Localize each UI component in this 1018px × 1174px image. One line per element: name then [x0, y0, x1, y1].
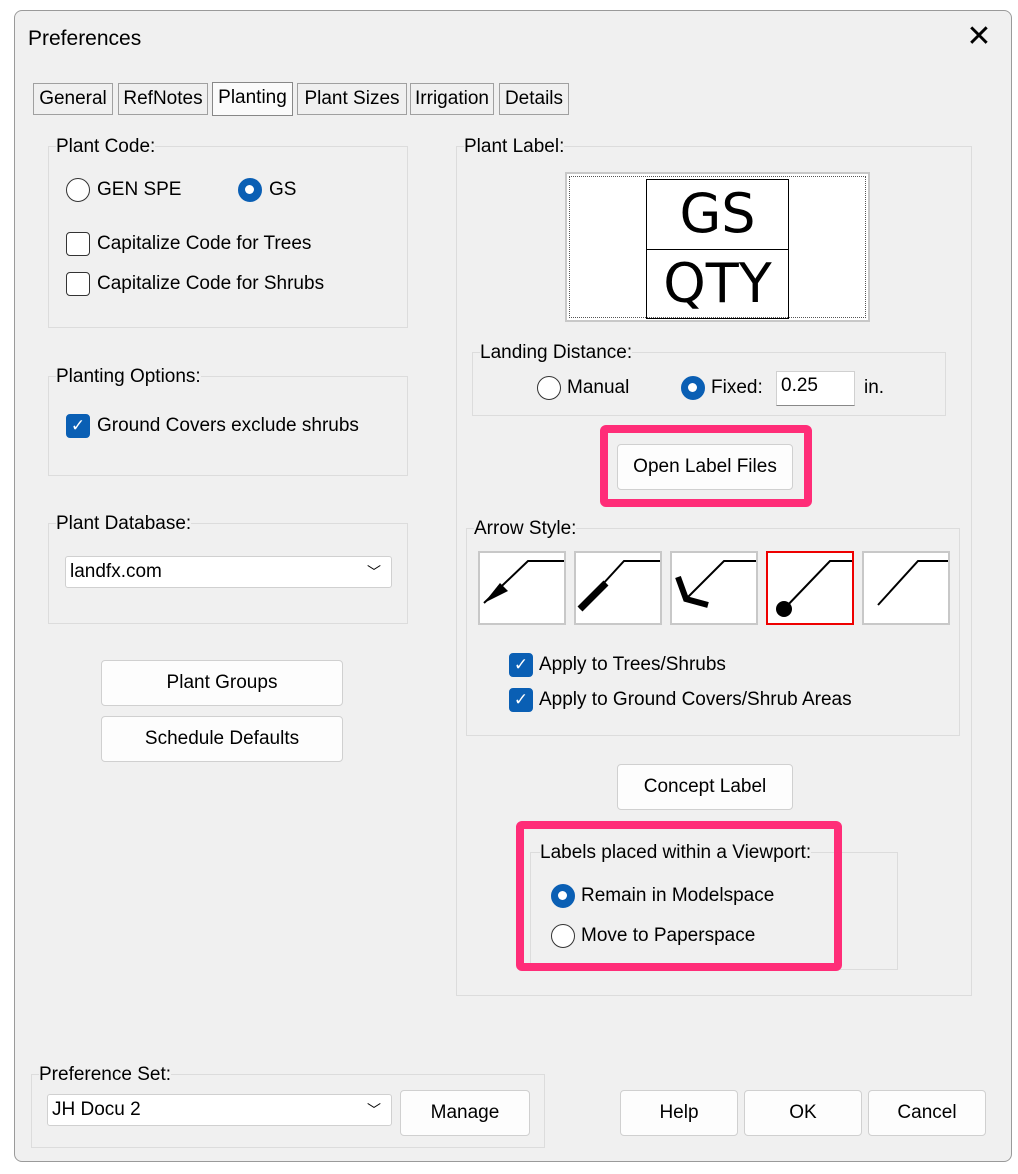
- tab-refnotes[interactable]: RefNotes: [118, 83, 208, 115]
- help-button[interactable]: Help: [620, 1090, 738, 1136]
- radio-gs-label: GS: [269, 179, 297, 201]
- tab-general[interactable]: General: [33, 83, 113, 115]
- tab-irrigation[interactable]: Irrigation: [410, 83, 494, 115]
- arrow-style-label: Arrow Style:: [474, 518, 577, 540]
- plant-code-label: Plant Code:: [56, 136, 156, 158]
- highlight-box: [600, 425, 812, 507]
- highlight-box: [516, 821, 842, 971]
- preference-set-select[interactable]: JH Docu 2 ﹀: [47, 1094, 392, 1126]
- preview-qty: QTY: [663, 252, 772, 315]
- arrow-style-bar-icon[interactable]: [574, 551, 662, 625]
- tab-planting[interactable]: Planting: [212, 82, 293, 116]
- radio-fixed[interactable]: [681, 376, 705, 400]
- ground-covers-label: Ground Covers exclude shrubs: [97, 415, 359, 437]
- radio-gen-spe-label: GEN SPE: [97, 179, 182, 201]
- arrow-style-dot-icon[interactable]: [766, 551, 854, 625]
- plant-label-preview: GS QTY: [565, 172, 870, 322]
- plant-database-label: Plant Database:: [56, 513, 192, 535]
- chevron-down-icon: ﹀: [367, 1102, 381, 1118]
- radio-gen-spe[interactable]: [66, 178, 90, 202]
- planting-options-label: Planting Options:: [56, 366, 201, 388]
- plant-database-select[interactable]: landfx.com ﹀: [65, 556, 392, 588]
- apply-groundcovers-checkbox[interactable]: ✓: [509, 688, 533, 712]
- tab-details[interactable]: Details: [499, 83, 569, 115]
- preference-set-label: Preference Set:: [39, 1064, 172, 1086]
- capitalize-shrubs-checkbox[interactable]: [66, 272, 90, 296]
- fixed-distance-input[interactable]: 0.25: [776, 371, 855, 406]
- radio-manual-label: Manual: [567, 377, 630, 399]
- plant-database-value: landfx.com: [70, 561, 162, 582]
- apply-trees-checkbox[interactable]: ✓: [509, 653, 533, 677]
- radio-manual[interactable]: [537, 376, 561, 400]
- capitalize-trees-label: Capitalize Code for Trees: [97, 233, 312, 255]
- apply-groundcovers-label: Apply to Ground Covers/Shrub Areas: [539, 689, 852, 711]
- schedule-defaults-button[interactable]: Schedule Defaults: [101, 716, 343, 762]
- preview-code: GS: [679, 182, 756, 245]
- window-title: Preferences: [28, 27, 142, 50]
- tab-plant-sizes[interactable]: Plant Sizes: [297, 83, 407, 115]
- apply-trees-label: Apply to Trees/Shrubs: [539, 654, 726, 676]
- preference-set-value: JH Docu 2: [52, 1099, 141, 1120]
- chevron-down-icon: ﹀: [367, 564, 381, 580]
- ok-button[interactable]: OK: [744, 1090, 862, 1136]
- capitalize-shrubs-label: Capitalize Code for Shrubs: [97, 273, 325, 295]
- ground-covers-checkbox[interactable]: ✓: [66, 414, 90, 438]
- capitalize-trees-checkbox[interactable]: [66, 232, 90, 256]
- manage-button[interactable]: Manage: [400, 1090, 530, 1136]
- cancel-button[interactable]: Cancel: [868, 1090, 986, 1136]
- concept-label-button[interactable]: Concept Label: [617, 764, 793, 810]
- plant-groups-button[interactable]: Plant Groups: [101, 660, 343, 706]
- landing-distance-label: Landing Distance:: [480, 342, 633, 364]
- arrow-style-filled-icon[interactable]: [478, 551, 566, 625]
- plant-label-label: Plant Label:: [464, 136, 565, 158]
- arrow-style-none-icon[interactable]: [862, 551, 950, 625]
- unit-label: in.: [864, 377, 885, 399]
- arrow-style-open-icon[interactable]: [670, 551, 758, 625]
- radio-fixed-label: Fixed:: [711, 377, 763, 399]
- close-icon[interactable]: ✕: [962, 20, 996, 54]
- radio-gs[interactable]: [238, 178, 262, 202]
